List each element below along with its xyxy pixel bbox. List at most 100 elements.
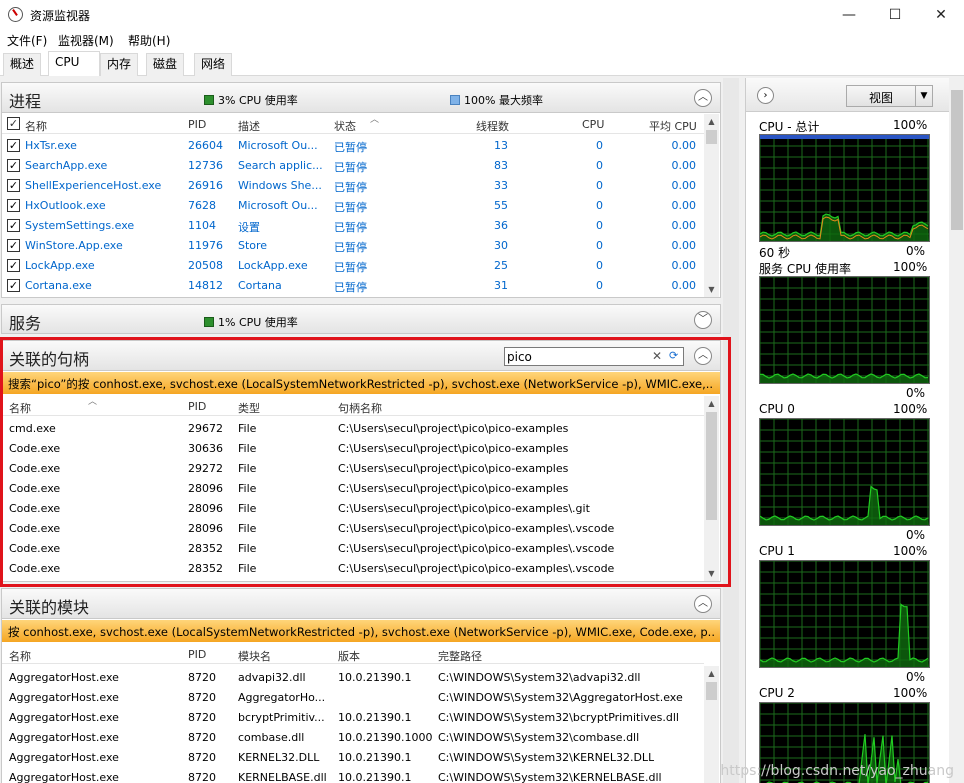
scroll-up-icon[interactable]: ▲ xyxy=(704,396,719,411)
process-row[interactable]: ✓ Cortana.exe 14812 Cortana 已暂停 31 0 0.00 xyxy=(2,275,704,295)
maximize-button[interactable]: ☐ xyxy=(872,0,918,30)
scroll-thumb[interactable] xyxy=(951,90,963,230)
col-status[interactable]: 状态 xyxy=(334,118,356,134)
process-checkbox[interactable]: ✓ xyxy=(7,159,20,172)
module-path: C:\WINDOWS\System32\KERNEL32.DLL xyxy=(438,751,655,764)
select-all-checkbox[interactable]: ✓ xyxy=(7,117,20,130)
minimize-button[interactable]: — xyxy=(826,0,872,30)
handle-row[interactable]: Code.exe 28096 File C:\Users\secul\project\… xyxy=(2,498,704,518)
col-name[interactable]: 名称 xyxy=(9,400,31,416)
tab-disk[interactable]: 磁盘 xyxy=(146,53,185,76)
right-pane-scrollbar[interactable] xyxy=(949,78,964,783)
scroll-up-icon[interactable]: ▲ xyxy=(704,666,719,681)
module-name: combase.dll xyxy=(238,731,305,744)
col-handle-name[interactable]: 句柄名称 xyxy=(338,400,382,416)
scroll-down-icon[interactable]: ▼ xyxy=(704,282,719,297)
process-checkbox[interactable]: ✓ xyxy=(7,199,20,212)
tab-cpu[interactable]: CPU xyxy=(48,51,100,76)
module-row[interactable]: AggregatorHost.exe 8720 bcryptPrimitiv... 1… xyxy=(2,707,704,727)
handle-row[interactable]: Code.exe 28096 File C:\Users\secul\project\… xyxy=(2,518,704,538)
processes-collapse-icon[interactable]: ︿ xyxy=(694,89,712,107)
handle-row[interactable]: cmd.exe 29672 File C:\Users\secul\project\p… xyxy=(2,418,704,438)
left-pane-scrollbar[interactable] xyxy=(723,78,739,783)
tab-network[interactable]: 网络 xyxy=(194,53,233,76)
handle-row[interactable]: Code.exe 28352 File C:\Users\secul\project\… xyxy=(2,558,704,578)
handle-row[interactable]: Code.exe 28096 File C:\Users\secul\project\… xyxy=(2,478,704,498)
col-module-name[interactable]: 模块名 xyxy=(238,648,271,664)
handle-name: C:\Users\secul\project\pico\pico-example… xyxy=(338,502,590,515)
col-description[interactable]: 描述 xyxy=(238,118,260,134)
process-checkbox[interactable]: ✓ xyxy=(7,239,20,252)
process-checkbox[interactable]: ✓ xyxy=(7,279,20,292)
handle-row[interactable]: Code.exe 29272 File C:\Users\secul\project\… xyxy=(2,458,704,478)
scroll-thumb[interactable] xyxy=(706,412,717,520)
processes-header[interactable]: 进程 3% CPU 使用率 100% 最大频率 ︿ xyxy=(2,83,720,113)
process-checkbox[interactable]: ✓ xyxy=(7,139,20,152)
col-full-path[interactable]: 完整路径 xyxy=(438,648,482,664)
process-checkbox[interactable]: ✓ xyxy=(7,179,20,192)
col-name[interactable]: 名称 xyxy=(25,118,47,134)
process-row[interactable]: ✓ SearchApp.exe 12736 Search applic... 已暂停 83… xyxy=(2,155,704,175)
handles-collapse-icon[interactable]: ︿ xyxy=(694,347,712,365)
col-pid[interactable]: PID xyxy=(188,118,206,131)
process-row[interactable]: ✓ SystemSettings.exe 1104 设置 已暂停 36 0 0.00 xyxy=(2,215,704,235)
view-button[interactable]: 视图 ▼ xyxy=(846,85,933,107)
modules-header[interactable]: 关联的模块 ︿ xyxy=(2,589,720,619)
chevron-right-icon[interactable]: › xyxy=(757,87,774,104)
scroll-thumb[interactable] xyxy=(706,682,717,700)
scroll-up-icon[interactable]: ▲ xyxy=(704,114,719,129)
process-name: ShellExperienceHost.exe xyxy=(25,179,162,192)
module-process-name: AggregatorHost.exe xyxy=(9,771,119,783)
col-threads[interactable]: 线程数 xyxy=(476,118,509,134)
services-expand-icon[interactable]: ﹀ xyxy=(694,311,712,329)
col-pid[interactable]: PID xyxy=(188,400,206,413)
dropdown-arrow-icon[interactable]: ▼ xyxy=(915,86,932,106)
module-row[interactable]: AggregatorHost.exe 8720 AggregatorHo... C:\… xyxy=(2,687,704,707)
services-green-icon xyxy=(204,317,214,327)
col-cpu[interactable]: CPU xyxy=(582,118,604,131)
process-description: Microsoft Ou... xyxy=(238,199,318,212)
refresh-search-icon[interactable]: ⟳ xyxy=(669,349,678,362)
process-description: 设置 xyxy=(238,221,260,234)
close-button[interactable]: ✕ xyxy=(918,0,964,30)
handles-scrollbar[interactable]: ▲ ▼ xyxy=(704,396,719,581)
tab-overview[interactable]: 概述 xyxy=(3,53,42,76)
modules-scrollbar[interactable]: ▲ xyxy=(704,666,719,783)
col-avg-cpu[interactable]: 平均 CPU xyxy=(649,118,697,134)
handle-pid: 28352 xyxy=(188,562,223,575)
process-row[interactable]: ✓ HxTsr.exe 26604 Microsoft Ou... 已暂停 13 0 0.00 xyxy=(2,135,704,155)
module-row[interactable]: AggregatorHost.exe 8720 combase.dll 10.0.21… xyxy=(2,727,704,747)
handles-search-input[interactable] xyxy=(507,349,647,364)
process-row[interactable]: ✓ ShellExperienceHost.exe 26916 Windows She… xyxy=(2,175,704,195)
col-version[interactable]: 版本 xyxy=(338,648,360,664)
modules-collapse-icon[interactable]: ︿ xyxy=(694,595,712,613)
menu-file[interactable]: 文件(F) xyxy=(7,32,47,49)
scroll-down-icon[interactable]: ▼ xyxy=(704,566,719,581)
handles-search-box[interactable]: ✕ ⟳ xyxy=(504,347,684,366)
col-type[interactable]: 类型 xyxy=(238,400,260,416)
process-row[interactable]: ✓ WinStore.App.exe 11976 Store 已暂停 30 0 0.00 xyxy=(2,235,704,255)
handle-row[interactable]: Code.exe 30636 File C:\Users\secul\project\… xyxy=(2,438,704,458)
handles-header[interactable]: 关联的句柄 ✕ ⟳ ︿ xyxy=(2,341,720,371)
col-pid[interactable]: PID xyxy=(188,648,206,661)
scroll-thumb[interactable] xyxy=(706,130,717,144)
menu-help[interactable]: 帮助(H) xyxy=(128,32,170,49)
module-path: C:\WINDOWS\System32\combase.dll xyxy=(438,731,640,744)
col-name[interactable]: 名称 xyxy=(9,648,31,664)
process-checkbox[interactable]: ✓ xyxy=(7,219,20,232)
process-row[interactable]: ✓ LockApp.exe 20508 LockApp.exe 已暂停 25 0 0.00 xyxy=(2,255,704,275)
module-row[interactable]: AggregatorHost.exe 8720 KERNEL32.DLL 10.0.2… xyxy=(2,747,704,767)
process-row[interactable]: ✓ HxOutlook.exe 7628 Microsoft Ou... 已暂停 55 0 0… xyxy=(2,195,704,215)
processes-max-freq: 100% 最大频率 xyxy=(450,92,543,108)
handle-row[interactable]: Code.exe 28352 File C:\Users\secul\project\… xyxy=(2,538,704,558)
menu-monitor[interactable]: 监视器(M) xyxy=(58,32,114,49)
tab-memory[interactable]: 内存 xyxy=(100,53,139,76)
module-row[interactable]: AggregatorHost.exe 8720 advapi32.dll 10.0.2… xyxy=(2,667,704,687)
process-status: 已暂停 xyxy=(334,241,367,254)
processes-scrollbar[interactable]: ▲ ▼ xyxy=(704,114,719,297)
services-header[interactable]: 服务 1% CPU 使用率 ﹀ xyxy=(2,305,720,333)
clear-search-icon[interactable]: ✕ xyxy=(652,349,662,363)
graph-min-label: 0% xyxy=(906,386,926,400)
process-checkbox[interactable]: ✓ xyxy=(7,259,20,272)
module-row[interactable]: AggregatorHost.exe 8720 KERNELBASE.dll 10.0… xyxy=(2,767,704,783)
